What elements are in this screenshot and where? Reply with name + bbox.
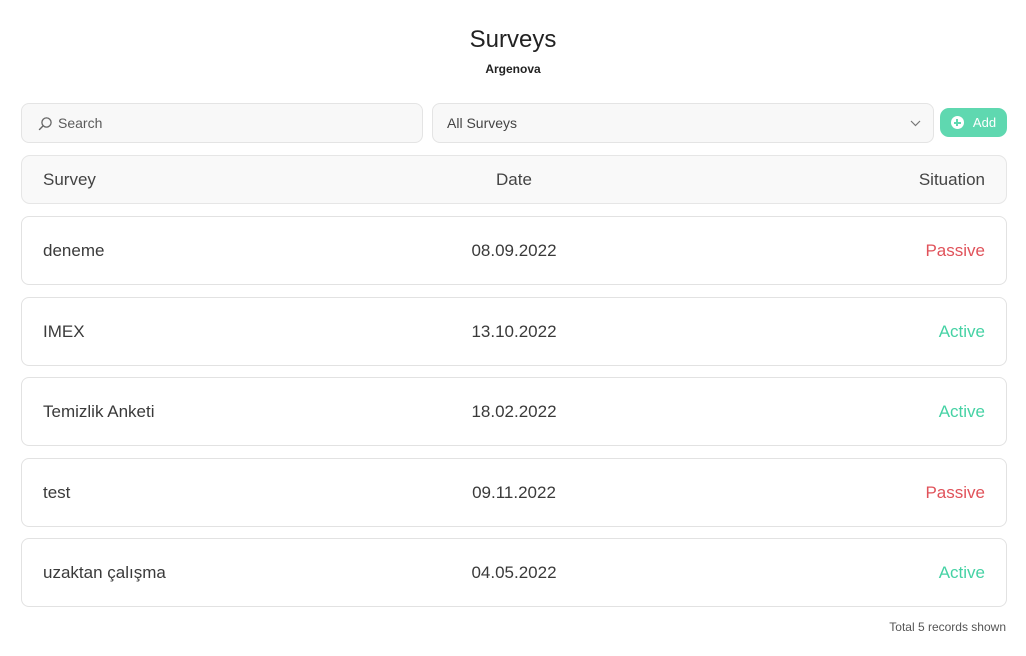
survey-name: uzaktan çalışma	[43, 562, 166, 582]
search-input[interactable]	[58, 115, 398, 131]
add-button-label: Add	[972, 115, 997, 130]
status-badge: Active	[938, 321, 985, 341]
table-row[interactable]: IMEX 13.10.2022 Active	[21, 297, 1007, 366]
column-header-situation[interactable]: Situation	[919, 156, 985, 203]
survey-filter-value: All Surveys	[447, 115, 518, 131]
column-header-date[interactable]: Date	[22, 156, 1006, 203]
survey-date: 18.02.2022	[471, 401, 557, 421]
surveys-page: Surveys Argenova All Surveys Add	[0, 0, 1026, 656]
records-count: Total 5 records shown	[889, 620, 1006, 634]
company-name: Argenova	[485, 62, 541, 76]
table-header: Survey Date Situation	[21, 155, 1007, 204]
status-badge: Active	[938, 401, 985, 421]
chevron-down-icon	[909, 117, 921, 129]
column-header-survey[interactable]: Survey	[43, 156, 96, 203]
search-box[interactable]	[21, 103, 423, 143]
survey-date: 08.09.2022	[471, 240, 557, 260]
survey-name: deneme	[43, 240, 105, 260]
table-row[interactable]: deneme 08.09.2022 Passive	[21, 216, 1007, 285]
survey-date: 09.11.2022	[472, 482, 556, 502]
table-row[interactable]: test 09.11.2022 Passive	[21, 458, 1007, 527]
page-header: Surveys Argenova	[0, 26, 1026, 76]
survey-filter-select[interactable]: All Surveys	[432, 103, 934, 143]
survey-name: test	[43, 482, 71, 502]
toolbar: All Surveys Add	[21, 103, 1007, 143]
status-badge: Passive	[925, 482, 985, 502]
page-title: Surveys	[469, 26, 557, 53]
survey-name: Temizlik Anketi	[43, 401, 155, 421]
search-icon	[37, 115, 53, 131]
plus-circle-icon	[950, 116, 964, 129]
status-badge: Active	[938, 562, 985, 582]
survey-date: 04.05.2022	[471, 562, 557, 582]
status-badge: Passive	[925, 240, 985, 260]
table-row[interactable]: uzaktan çalışma 04.05.2022 Active	[21, 538, 1007, 607]
survey-date: 13.10.2022	[471, 321, 557, 341]
add-survey-button[interactable]: Add	[940, 108, 1007, 137]
table-row[interactable]: Temizlik Anketi 18.02.2022 Active	[21, 377, 1007, 446]
survey-name: IMEX	[43, 321, 85, 341]
